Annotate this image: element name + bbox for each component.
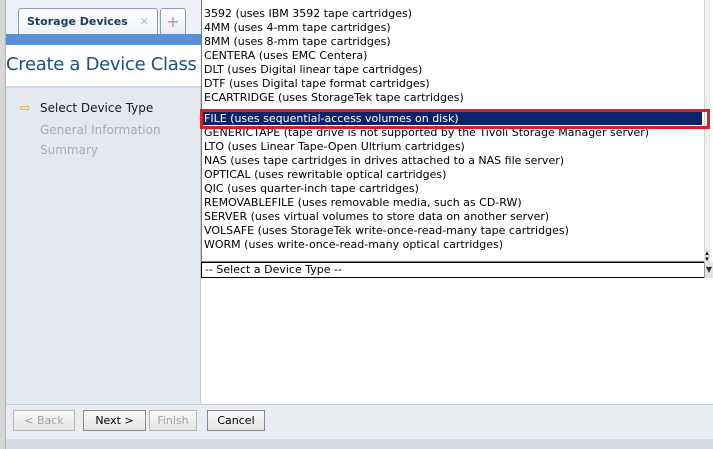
- device-type-option[interactable]: NAS (uses tape cartridges in drives atta…: [202, 154, 702, 167]
- page-title: Create a Device Class: [6, 54, 197, 75]
- device-type-option[interactable]: SERVER (uses virtual volumes to store da…: [202, 210, 702, 223]
- arrow-right-icon: ⇨: [20, 101, 31, 116]
- device-type-option[interactable]: DTF (uses Digital tape format cartridges…: [202, 77, 702, 90]
- device-type-option[interactable]: WORM (uses write-once-read-many optical …: [202, 238, 702, 251]
- next-button[interactable]: Next >: [83, 410, 146, 431]
- device-type-option[interactable]: CENTERA (uses EMC Centera): [202, 49, 702, 62]
- finish-button[interactable]: Finish: [149, 410, 197, 431]
- wizard-steps-panel: ⇨ Select Device Type General Information …: [6, 88, 201, 404]
- device-type-option[interactable]: LTO (uses Linear Tape-Open Ultrium cartr…: [202, 140, 702, 153]
- step-label: Select Device Type: [40, 101, 154, 115]
- step-label: Summary: [40, 143, 98, 157]
- device-type-dropdown-list[interactable]: 3592 (uses IBM 3592 tape cartridges) 4MM…: [201, 0, 710, 262]
- dropdown-scrollbar[interactable]: [704, 0, 710, 262]
- device-type-option[interactable]: 4MM (uses 4-mm tape cartridges): [202, 21, 702, 34]
- device-type-option[interactable]: ECARTRIDGE (uses StorageTek tape cartrid…: [202, 91, 702, 104]
- cancel-button[interactable]: Cancel: [207, 410, 265, 431]
- device-type-option[interactable]: OPTICAL (uses rewritable optical cartrid…: [202, 168, 702, 181]
- plus-icon[interactable]: +: [160, 8, 186, 34]
- device-type-option[interactable]: DLT (uses Digital linear tape cartridges…: [202, 63, 702, 76]
- tab-underline-band: [6, 34, 201, 45]
- chevron-down-icon[interactable]: ▼: [704, 262, 713, 278]
- step-general-information: General Information: [40, 123, 161, 137]
- device-type-option[interactable]: 3592 (uses IBM 3592 tape cartridges): [202, 7, 702, 20]
- device-type-option[interactable]: REMOVABLEFILE (uses removable media, suc…: [202, 196, 702, 209]
- step-summary: Summary: [40, 143, 98, 157]
- device-type-option[interactable]: QIC (uses quarter-inch tape cartridges): [202, 182, 702, 195]
- back-button[interactable]: < Back: [13, 410, 75, 431]
- step-label: General Information: [40, 123, 161, 137]
- close-icon[interactable]: ✕: [140, 15, 149, 28]
- bottom-bar: [6, 439, 713, 449]
- device-type-option[interactable]: 8MM (uses 8-mm tape cartridges): [202, 35, 702, 48]
- tab-storage-devices[interactable]: Storage Devices ✕: [18, 8, 158, 34]
- step-select-device-type[interactable]: ⇨ Select Device Type: [20, 101, 153, 116]
- device-type-select[interactable]: -- Select a Device Type --: [201, 262, 710, 278]
- scroll-arrows-icon[interactable]: ▴ ▾: [704, 250, 710, 263]
- highlight-box: [200, 109, 710, 129]
- device-type-option[interactable]: VOLSAFE (uses StorageTek write-once-read…: [202, 224, 702, 237]
- tab-label: Storage Devices: [27, 15, 128, 28]
